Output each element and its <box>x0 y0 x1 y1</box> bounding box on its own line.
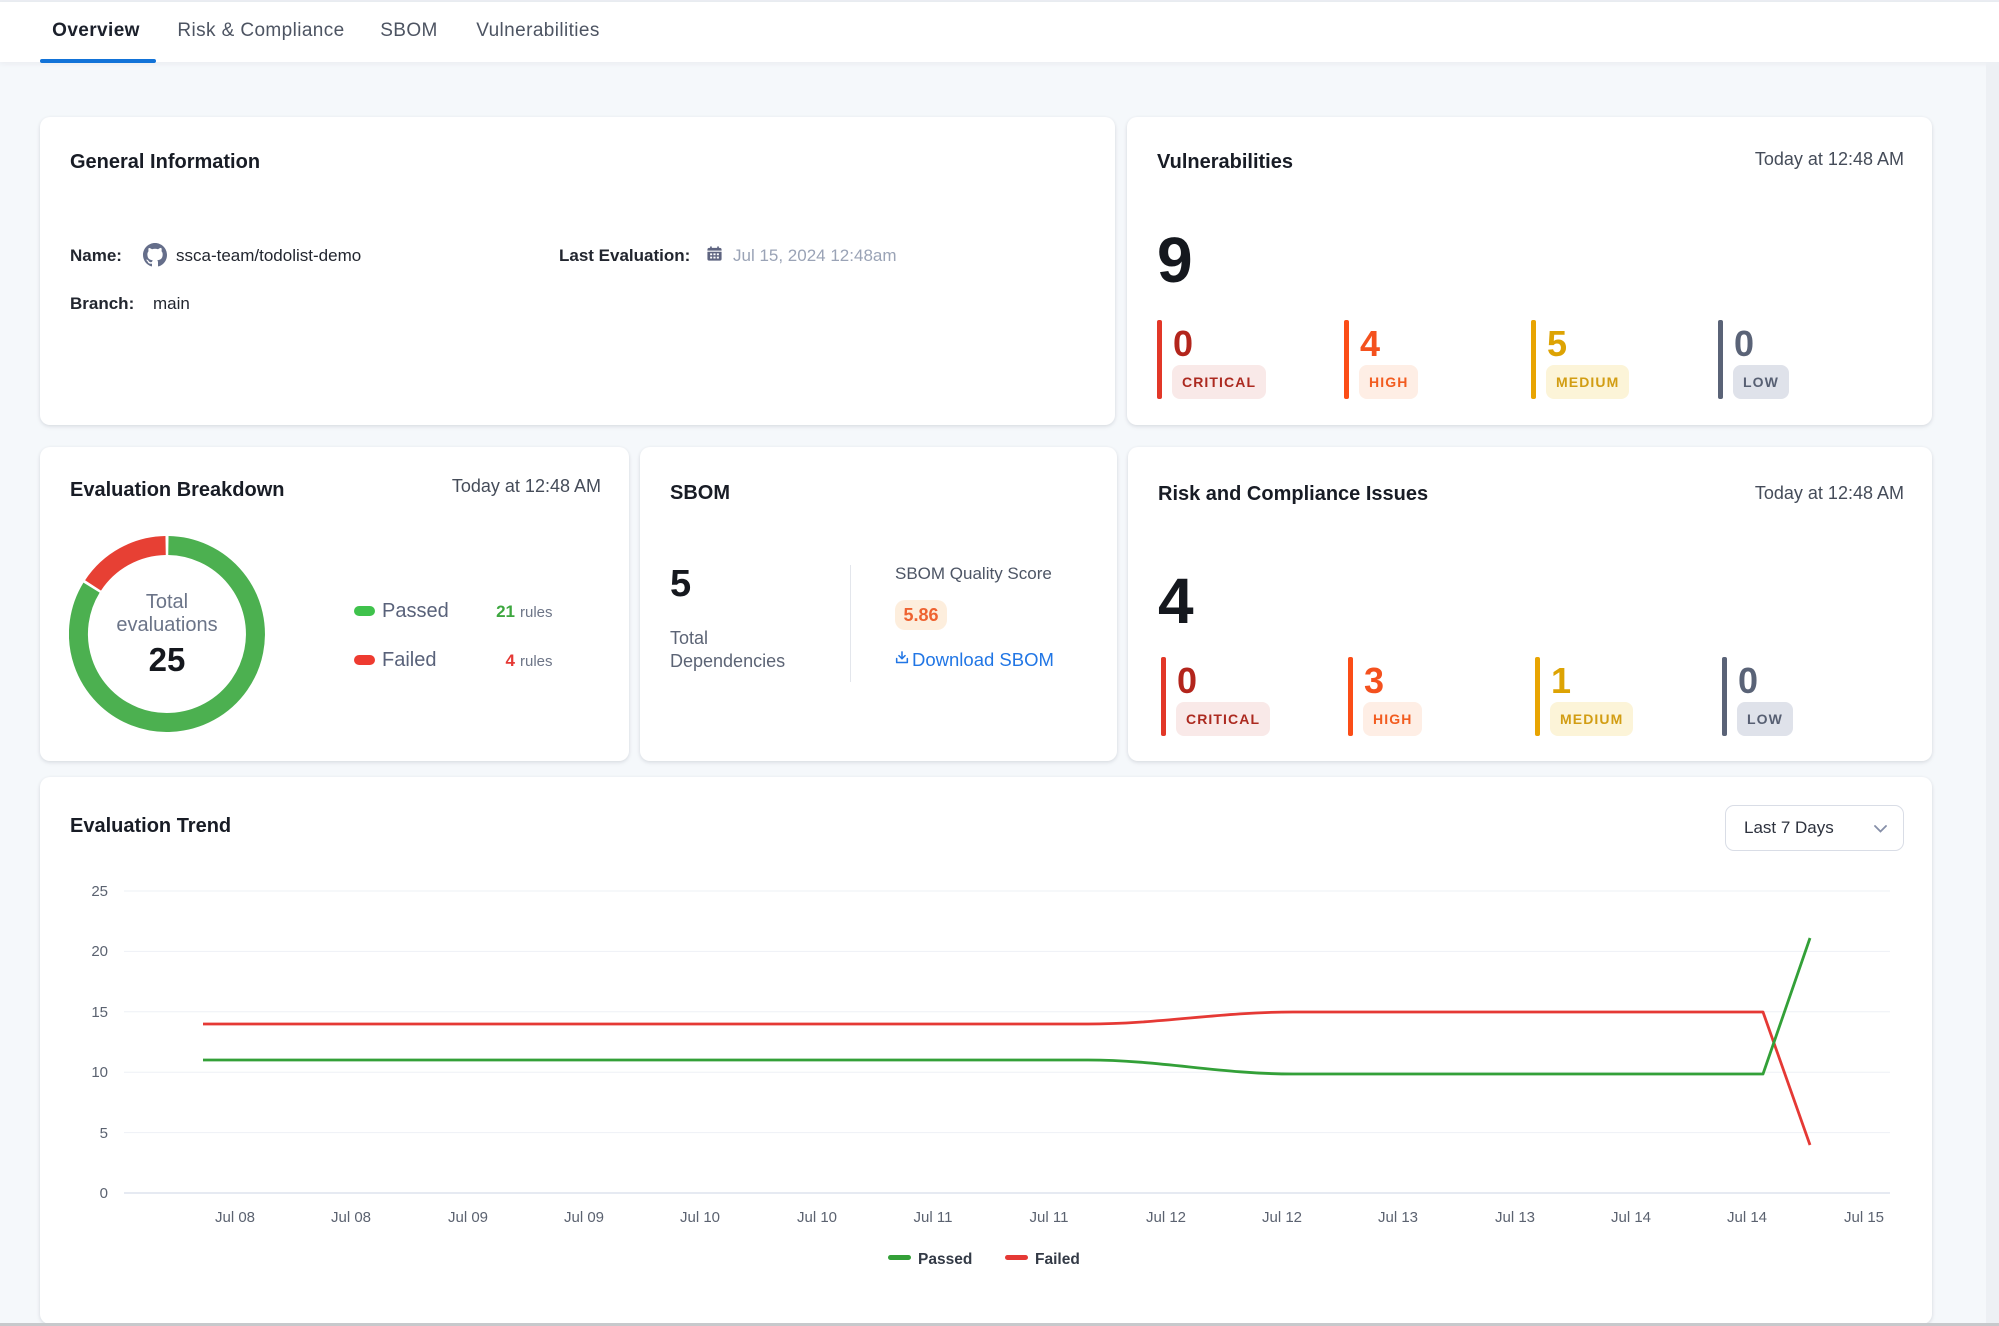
svg-text:Jul 12: Jul 12 <box>1262 1209 1302 1226</box>
svg-text:5: 5 <box>100 1125 108 1142</box>
svg-text:Jul 11: Jul 11 <box>1030 1209 1069 1226</box>
svg-text:Jul 10: Jul 10 <box>797 1209 837 1226</box>
svg-text:Jul 15: Jul 15 <box>1844 1209 1884 1226</box>
svg-text:0: 0 <box>100 1185 108 1202</box>
svg-text:Jul 13: Jul 13 <box>1495 1209 1535 1226</box>
svg-text:Passed: Passed <box>918 1251 972 1268</box>
svg-text:25: 25 <box>91 883 108 900</box>
svg-text:Jul 10: Jul 10 <box>680 1209 720 1226</box>
svg-text:Jul 14: Jul 14 <box>1611 1209 1651 1226</box>
svg-text:Jul 13: Jul 13 <box>1378 1209 1418 1226</box>
svg-text:Failed: Failed <box>1035 1251 1080 1268</box>
svg-text:Jul 09: Jul 09 <box>564 1209 604 1226</box>
svg-text:Jul 09: Jul 09 <box>448 1209 488 1226</box>
svg-text:Jul 08: Jul 08 <box>331 1209 371 1226</box>
svg-text:Jul 14: Jul 14 <box>1727 1209 1767 1226</box>
svg-text:15: 15 <box>91 1004 108 1021</box>
svg-text:10: 10 <box>91 1064 108 1081</box>
svg-text:20: 20 <box>91 943 108 960</box>
svg-text:Jul 12: Jul 12 <box>1146 1209 1186 1226</box>
svg-text:Jul 11: Jul 11 <box>914 1209 953 1226</box>
svg-text:Jul 08: Jul 08 <box>215 1209 255 1226</box>
